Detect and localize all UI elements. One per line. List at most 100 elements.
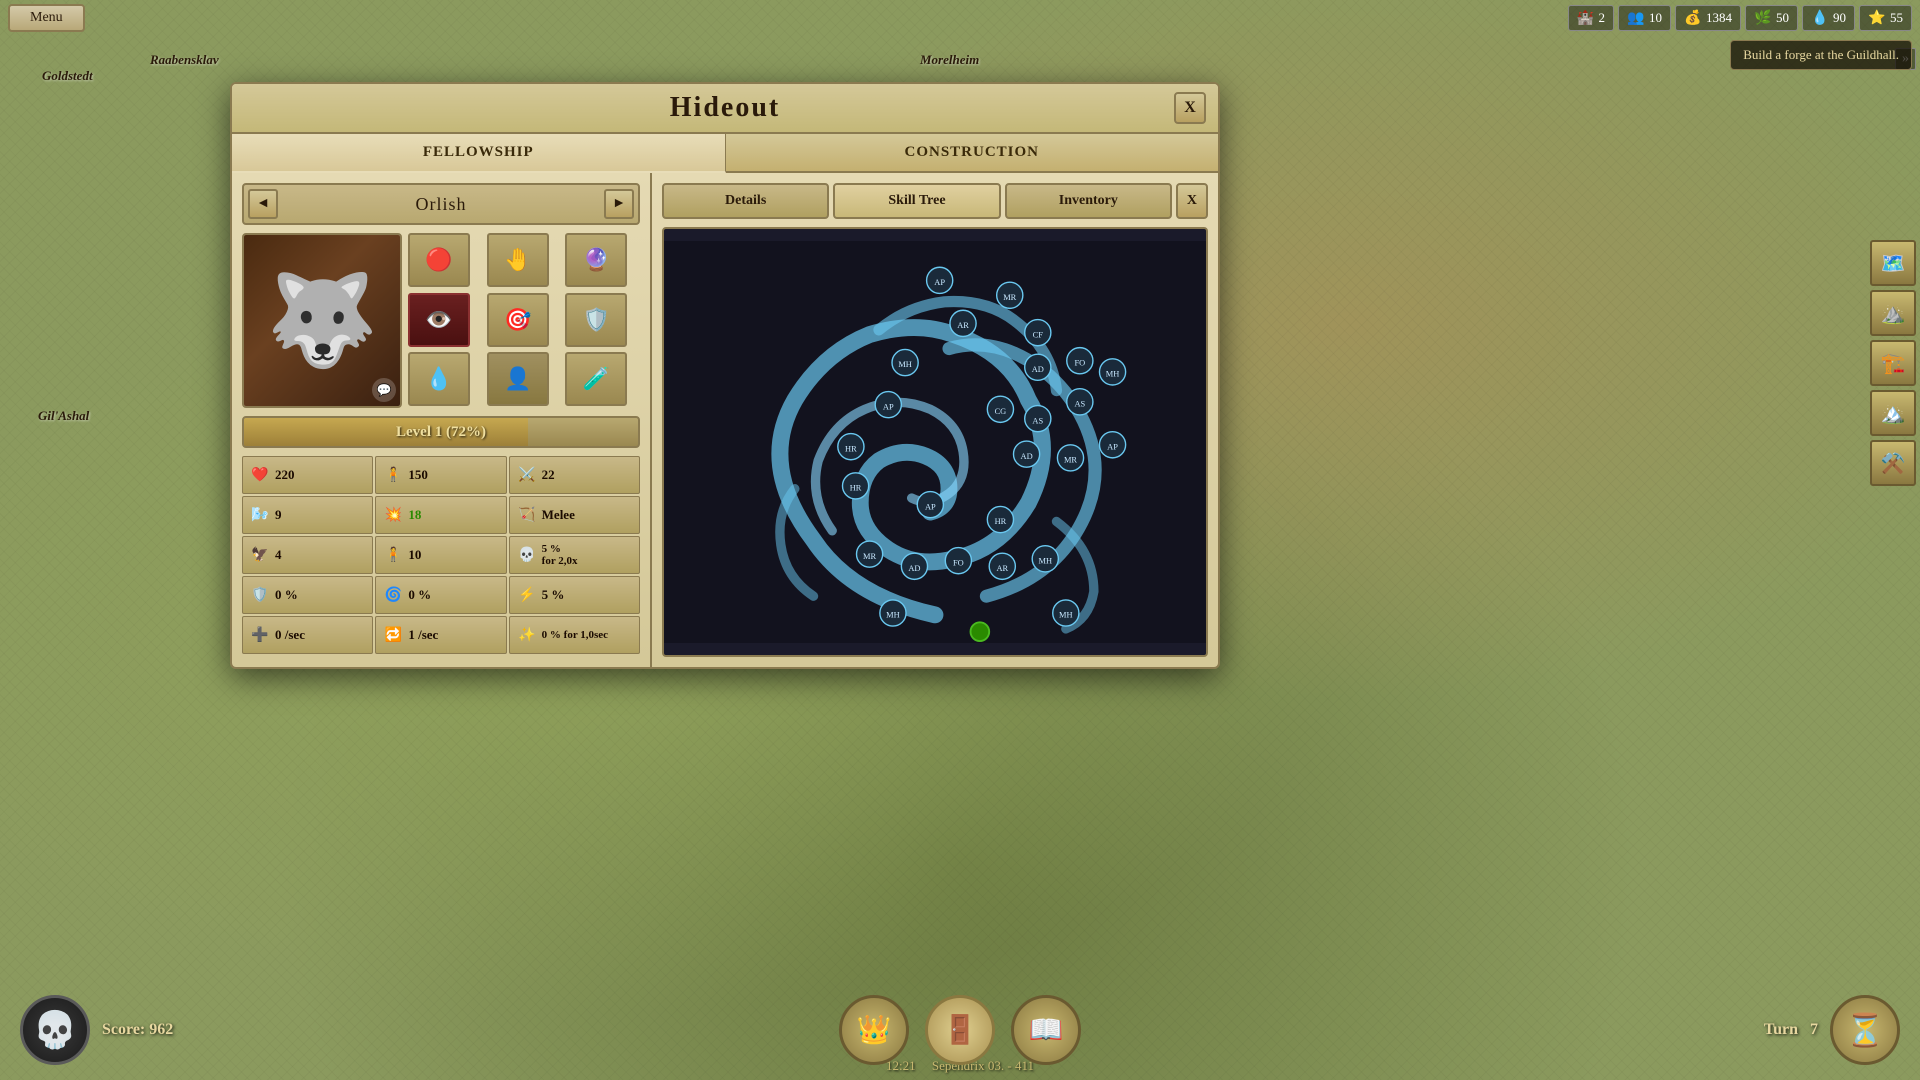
stat-block: 🛡️ 0 % — [242, 576, 373, 614]
resources-bar: 🏰 2 👥 10 💰 1384 🌿 50 💧 90 ⭐ 55 — [1568, 0, 1920, 36]
level-text: Level 1 (72%) — [396, 424, 486, 441]
equip-slot-orb[interactable]: 🔮 — [565, 233, 627, 287]
tab-inventory[interactable]: Inventory — [1005, 183, 1172, 219]
stat-critchance: ⚡ 5 % — [509, 576, 640, 614]
stars-value: 55 — [1890, 10, 1903, 26]
deathblow-value: 5 %for 2,0x — [542, 543, 578, 567]
stat-dodge: 🌀 0 % — [375, 576, 506, 614]
svg-text:AP: AP — [1107, 442, 1118, 451]
svg-text:MH: MH — [1059, 611, 1073, 620]
edge-btn-terrain2[interactable]: 🏔️ — [1870, 390, 1916, 436]
mana-value: 90 — [1833, 10, 1846, 26]
svg-text:AS: AS — [1074, 399, 1085, 408]
right-edge-panel: 🗺️ ⛰️ 🏗️ 🏔️ ⚒️ — [1870, 240, 1920, 486]
edge-btn-craft[interactable]: ⚒️ — [1870, 440, 1916, 486]
equip-slot-armor[interactable]: 🛡️ — [565, 293, 627, 347]
attack-icon: ⚔️ — [516, 464, 538, 486]
bottom-bar: 💀 Score: 962 👑 🚪 📖 Turn 7 ⏳ — [0, 980, 1920, 1080]
resource-buildings: 🏰 2 — [1568, 5, 1615, 31]
dodge-value: 0 % — [408, 587, 431, 603]
block-value: 0 % — [275, 587, 298, 603]
stat-attack: ⚔️ 22 — [509, 456, 640, 494]
left-panel: ◄ Orlish ► 🐺 💬 🔴 🤚 🔮 👁️ 🎯 🛡️ — [232, 173, 652, 667]
crown-button[interactable]: 👑 — [839, 995, 909, 1065]
dialog-title: Hideout — [670, 92, 780, 123]
stat-wind: 🌬️ 9 — [242, 496, 373, 534]
equip-slot-skill1[interactable]: 👁️ — [408, 293, 470, 347]
tab-fellowship[interactable]: FELLOWSHIP — [232, 134, 726, 173]
book-button[interactable]: 📖 — [1011, 995, 1081, 1065]
character-portrait: 🐺 💬 — [242, 233, 402, 408]
dialog-body: ◄ Orlish ► 🐺 💬 🔴 🤚 🔮 👁️ 🎯 🛡️ — [232, 173, 1218, 667]
stat-crit: 💥 18 — [375, 496, 506, 534]
svg-text:AP: AP — [925, 502, 936, 511]
svg-text:MR: MR — [1064, 456, 1077, 465]
svg-text:AD: AD — [1032, 365, 1044, 374]
inner-close-button[interactable]: X — [1176, 183, 1208, 219]
door-button[interactable]: 🚪 — [925, 995, 995, 1065]
attack-value: 22 — [542, 467, 555, 483]
manaregen-value: 1 /sec — [408, 627, 438, 643]
range-icon: 🏹 — [516, 504, 538, 526]
stat-deathblow: 💀 5 %for 2,0x — [509, 536, 640, 574]
stat-regen: ➕ 0 /sec — [242, 616, 373, 654]
equip-slot-potion[interactable]: 🧪 — [565, 352, 627, 406]
character-area: 🐺 💬 🔴 🤚 🔮 👁️ 🎯 🛡️ 💧 👤 🧪 — [242, 233, 640, 408]
crit-value: 18 — [408, 507, 421, 523]
level-bar: Level 1 (72%) — [242, 416, 640, 448]
wind-value: 9 — [275, 507, 282, 523]
svg-text:AP: AP — [934, 278, 945, 287]
turn-label: Turn — [1764, 1021, 1798, 1039]
tab-skilltree[interactable]: Skill Tree — [833, 183, 1000, 219]
edge-btn-terrain1[interactable]: ⛰️ — [1870, 290, 1916, 336]
manaregen-icon: 🔁 — [382, 624, 404, 646]
equip-slot-skill3[interactable]: 💧 — [408, 352, 470, 406]
svg-text:AS: AS — [1032, 416, 1043, 425]
dodge-icon: 🌀 — [382, 584, 404, 606]
health-value: 220 — [275, 467, 295, 483]
health-icon: ❤️ — [249, 464, 271, 486]
resources-icon: 🌿 — [1754, 9, 1772, 27]
stats-grid: ❤️ 220 🧍 150 ⚔️ 22 🌬️ 9 💥 18 — [242, 456, 640, 654]
char-prev-button[interactable]: ◄ — [248, 189, 278, 219]
range-value: Melee — [542, 507, 575, 523]
dialog-title-bar: Hideout X — [232, 84, 1218, 134]
svg-text:HR: HR — [850, 484, 862, 493]
stat-manaregen: 🔁 1 /sec — [375, 616, 506, 654]
equipment-grid: 🔴 🤚 🔮 👁️ 🎯 🛡️ 💧 👤 🧪 — [408, 233, 640, 408]
initiative-value: 10 — [408, 547, 421, 563]
hourglass-button[interactable]: ⏳ — [1830, 995, 1900, 1065]
resource-resources: 🌿 50 — [1745, 5, 1798, 31]
units-value: 10 — [1649, 10, 1662, 26]
tab-details[interactable]: Details — [662, 183, 829, 219]
right-panel: Details Skill Tree Inventory X — [652, 173, 1218, 667]
character-selector: ◄ Orlish ► — [242, 183, 640, 225]
score-label: Score: — [102, 1021, 145, 1038]
bottom-center: 👑 🚪 📖 — [839, 995, 1081, 1065]
regen-value: 0 /sec — [275, 627, 305, 643]
score-value: 962 — [149, 1021, 173, 1038]
edge-btn-build[interactable]: 🏗️ — [1870, 340, 1916, 386]
resources-value: 50 — [1776, 10, 1789, 26]
svg-text:MH: MH — [1038, 556, 1052, 565]
svg-text:AD: AD — [1021, 452, 1033, 461]
dialog-close-button[interactable]: X — [1174, 92, 1206, 124]
critchance-icon: ⚡ — [516, 584, 538, 606]
stat-special: ✨ 0 % for 1,0sec — [509, 616, 640, 654]
buildings-icon: 🏰 — [1577, 9, 1595, 27]
svg-text:MR: MR — [863, 552, 876, 561]
skull-button[interactable]: 💀 — [20, 995, 90, 1065]
units-icon: 👥 — [1627, 9, 1645, 27]
equip-slot-hand[interactable]: 🤚 — [487, 233, 549, 287]
equip-slot-empty[interactable]: 👤 — [487, 352, 549, 406]
tab-construction[interactable]: CONSTRUCTION — [726, 134, 1219, 171]
critchance-value: 5 % — [542, 587, 565, 603]
special-value: 0 % for 1,0sec — [542, 629, 608, 641]
chat-bubble-icon[interactable]: 💬 — [372, 378, 396, 402]
char-next-button[interactable]: ► — [604, 189, 634, 219]
edge-btn-map[interactable]: 🗺️ — [1870, 240, 1916, 286]
equip-slot-skill2[interactable]: 🎯 — [487, 293, 549, 347]
menu-button[interactable]: Menu — [8, 4, 85, 32]
svg-text:MH: MH — [898, 360, 912, 369]
equip-slot-necklace[interactable]: 🔴 — [408, 233, 470, 287]
